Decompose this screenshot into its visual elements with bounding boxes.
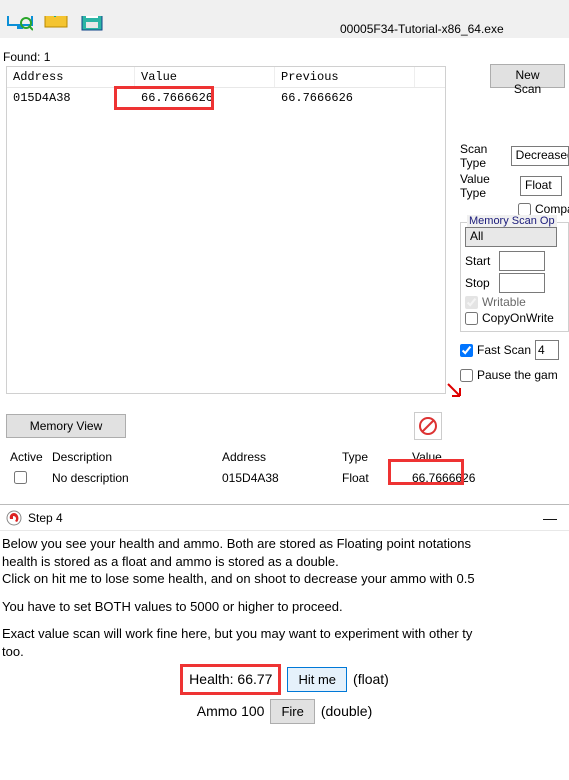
minimize-button[interactable]: — [537,510,563,526]
address-list-header: Active Description Address Type Value [6,448,566,466]
ammo-row: Ammo 100 Fire (double) [2,699,567,724]
memory-view-row: Memory View [6,414,446,438]
hdr-value[interactable]: Value [408,448,488,466]
cell-type[interactable]: Float [338,469,408,487]
health-label: Health: 66.77 [180,664,281,695]
fast-scan-label: Fast Scan [477,343,531,357]
table-row[interactable]: No description 015D4A38 Float 66.7666626 [6,466,566,489]
memory-scan-options-group: Memory Scan Op All Start Stop Writable C… [460,222,569,332]
header-address[interactable]: Address [7,67,135,87]
preset-dropdown[interactable]: All [465,227,557,247]
start-label: Start [465,254,495,268]
double-note: (double) [321,702,372,721]
cell-previous: 66.7666626 [275,88,415,108]
hdr-active[interactable]: Active [6,448,48,466]
stop-label: Stop [465,276,495,290]
clear-list-button[interactable] [414,412,442,440]
hdr-type[interactable]: Type [338,448,408,466]
value-type-label: Value Type [460,172,516,200]
cheat-engine-icon [6,510,22,526]
cell-address: 015D4A38 [7,88,135,108]
fast-scan-checkbox[interactable] [460,344,473,357]
compare-checkbox[interactable] [518,203,531,216]
results-header-row: Address Value Previous [7,67,445,88]
cell-description[interactable]: No description [48,469,218,487]
writable-label: Writable [482,295,526,309]
tutorial-window: Step 4 — Below you see your health and a… [0,504,569,780]
tut-line: Below you see your health and ammo. Both… [2,535,567,553]
address-list[interactable]: Active Description Address Type Value No… [6,448,566,489]
start-input[interactable] [499,251,545,271]
header-previous[interactable]: Previous [275,67,415,87]
copyonwrite-label: CopyOnWrite [482,311,554,325]
tutorial-title: Step 4 [28,511,63,525]
fast-scan-align-input[interactable] [535,340,559,360]
target-process-label: 00005F34-Tutorial-x86_64.exe [340,22,504,36]
memory-view-button[interactable]: Memory View [6,414,126,438]
cell-value: 66.7666626 [135,88,275,108]
hit-me-button[interactable]: Hit me [287,667,347,692]
table-row[interactable]: 015D4A38 66.7666626 66.7666626 [7,88,445,108]
add-to-list-arrow[interactable] [446,382,464,400]
scan-type-dropdown[interactable]: Decreased [511,146,569,166]
header-value[interactable]: Value [135,67,275,87]
found-count-label: Found: 1 [3,50,50,64]
stop-input[interactable] [499,273,545,293]
prohibited-icon [418,416,438,436]
new-scan-button[interactable]: New Scan [490,64,565,88]
pause-game-checkbox[interactable] [460,369,473,382]
float-note: (float) [353,670,389,689]
menu-bar[interactable] [0,0,569,16]
value-type-dropdown[interactable]: Float [520,176,562,196]
active-checkbox[interactable] [14,471,27,484]
scan-type-label: Scan Type [460,142,507,170]
arrow-down-right-icon [446,382,464,400]
tut-line: health is stored as a float and ammo is … [2,553,567,571]
tut-line: too. [2,643,567,661]
pause-game-label: Pause the gam [477,368,558,382]
health-row: Health: 66.77 Hit me (float) [2,664,567,695]
fire-button[interactable]: Fire [270,699,314,724]
scan-results-table[interactable]: Address Value Previous 015D4A38 66.76666… [6,66,446,394]
tut-line: You have to set BOTH values to 5000 or h… [2,598,567,616]
hdr-address[interactable]: Address [218,448,338,466]
scan-options-panel: Scan Type Decreased Value Type Float Com… [460,140,569,384]
cell-address[interactable]: 015D4A38 [218,469,338,487]
copyonwrite-checkbox[interactable] [465,312,478,325]
tutorial-titlebar[interactable]: Step 4 — [0,505,569,531]
memory-scan-legend: Memory Scan Op [467,215,557,227]
compare-label: Compa [535,202,569,216]
ammo-label: Ammo 100 [197,702,265,721]
writable-checkbox[interactable] [465,296,478,309]
hdr-description[interactable]: Description [48,448,218,466]
tut-line: Exact value scan will work fine here, bu… [2,625,567,643]
tut-line: Click on hit me to lose some health, and… [2,570,567,588]
cell-value[interactable]: 66.7666626 [408,469,488,487]
tutorial-body: Below you see your health and ammo. Both… [0,531,569,732]
